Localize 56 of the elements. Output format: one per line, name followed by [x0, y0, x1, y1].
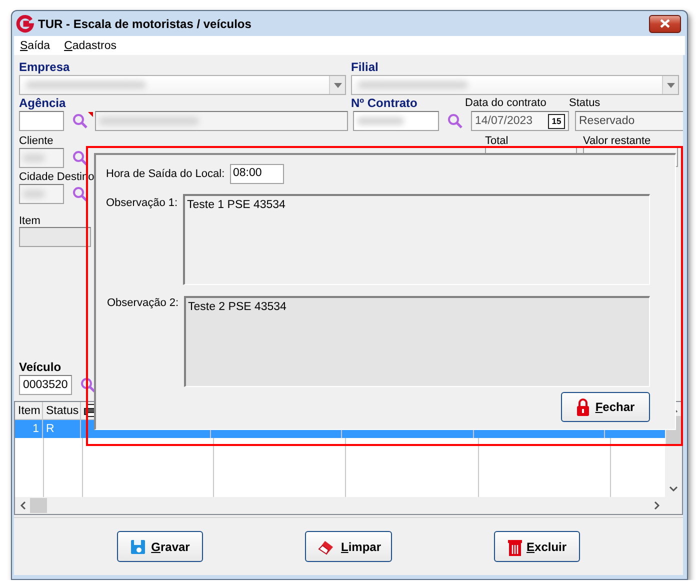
- scroll-right-icon[interactable]: [654, 501, 660, 510]
- field-label: Hora de Saída do Local:: [106, 168, 226, 180]
- observation-field[interactable]: Teste 1 PSE 43534: [183, 194, 650, 285]
- field-label: Observação 2:: [106, 296, 180, 309]
- vehicle-field[interactable]: 0003520: [19, 374, 72, 394]
- scroll-down-icon[interactable]: [669, 486, 678, 492]
- field-label: Veículo: [19, 360, 62, 374]
- field-label: Item: [19, 215, 42, 227]
- contract-number-field[interactable]: [353, 111, 439, 131]
- close-button[interactable]: Fechar: [561, 392, 650, 422]
- eraser-icon: [316, 538, 336, 554]
- column-header[interactable]: Item: [15, 402, 43, 420]
- field-label: Nº Contrato: [351, 96, 418, 110]
- company-combo[interactable]: [19, 75, 346, 95]
- close-icon: [660, 19, 670, 28]
- item-field[interactable]: [19, 227, 91, 247]
- field-label: Cliente: [19, 135, 54, 147]
- dropdown-arrow-icon[interactable]: [334, 82, 342, 88]
- contract-date-field[interactable]: 14/07/2023 15: [471, 111, 569, 131]
- column-header[interactable]: Status: [43, 402, 81, 420]
- search-icon[interactable]: [80, 376, 96, 392]
- branch-combo[interactable]: [351, 75, 679, 95]
- field-label: Data do contrato: [465, 97, 548, 109]
- field-label: Total: [485, 135, 510, 147]
- field-label: Empresa: [19, 60, 71, 74]
- observation-field[interactable]: Teste 2 PSE 43534: [184, 296, 650, 387]
- destination-field[interactable]: [19, 184, 64, 204]
- menu-item[interactable]: Cadastros: [64, 40, 116, 52]
- action-button[interactable]: Limpar: [305, 531, 392, 562]
- dropdown-arrow-icon[interactable]: [666, 82, 674, 88]
- field-label: Status: [569, 97, 600, 109]
- field-label: Agência: [19, 96, 67, 110]
- status-field: Reservado: [575, 111, 683, 131]
- search-icon[interactable]: [72, 113, 88, 129]
- calendar-button[interactable]: 15: [548, 114, 565, 128]
- departure-time-field[interactable]: 08:00: [230, 164, 284, 184]
- trash-icon: [508, 538, 522, 556]
- scroll-left-icon[interactable]: [20, 501, 26, 510]
- scrollbar-thumb[interactable]: [30, 498, 47, 513]
- horizontal-scrollbar[interactable]: [15, 497, 665, 514]
- corner-marker-icon: [88, 112, 93, 117]
- menu-item[interactable]: Saída: [20, 40, 50, 52]
- agency-code-field[interactable]: [19, 111, 64, 131]
- search-icon[interactable]: [447, 113, 463, 129]
- window-title: TUR - Escala de motoristas / veículos: [38, 16, 252, 30]
- app-logo-icon: [16, 14, 34, 32]
- field-label: Filial: [351, 60, 378, 74]
- search-icon[interactable]: [72, 150, 88, 166]
- action-button[interactable]: Excluir: [494, 531, 580, 562]
- padlock-icon: [576, 398, 590, 416]
- action-button[interactable]: Gravar: [117, 531, 203, 562]
- field-label: Observação 1:: [106, 196, 179, 209]
- search-icon[interactable]: [72, 186, 88, 202]
- client-field[interactable]: [19, 148, 64, 168]
- field-label: Valor restante: [583, 135, 652, 147]
- close-button[interactable]: [649, 14, 681, 32]
